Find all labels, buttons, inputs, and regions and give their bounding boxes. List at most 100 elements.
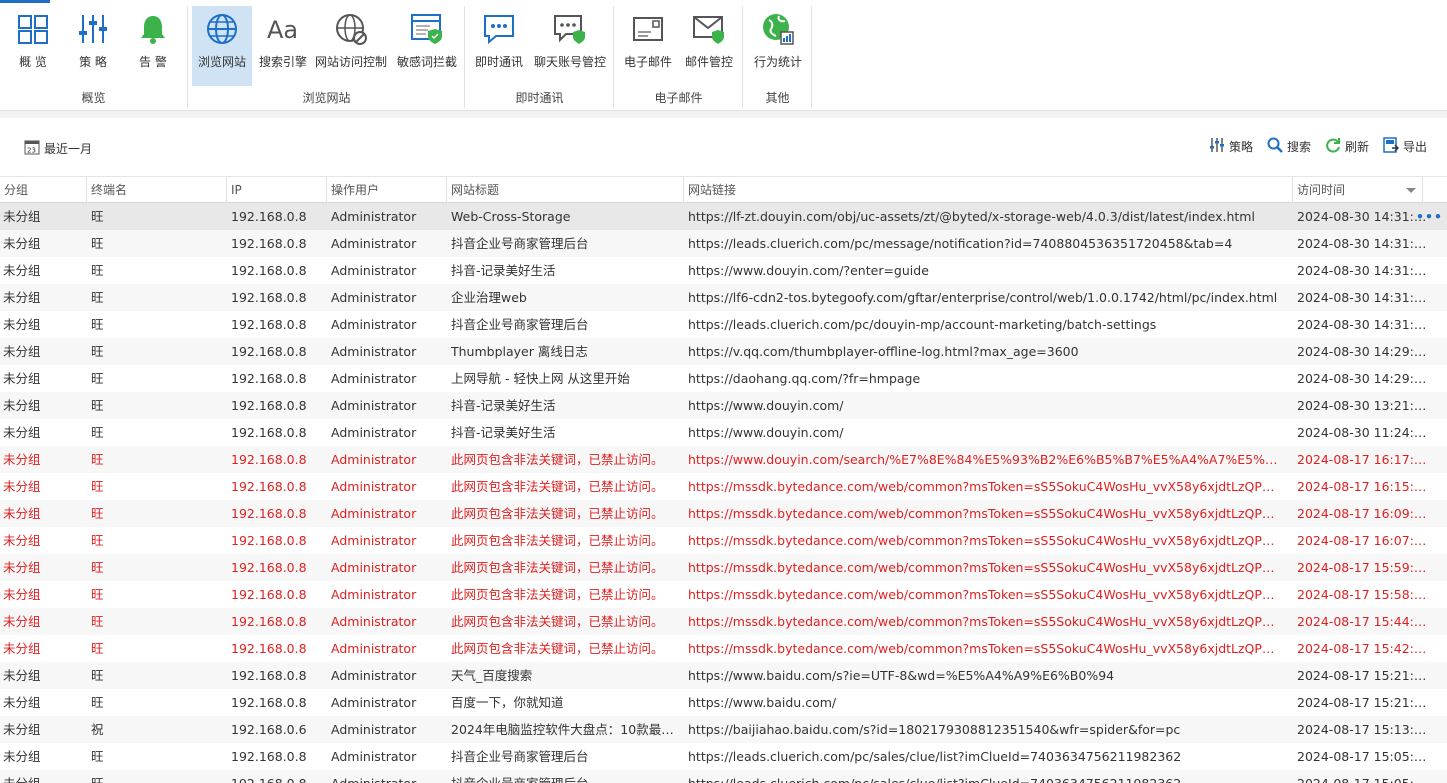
- cell-title: 此网页包含非法关键词，已禁止访问。: [451, 587, 664, 602]
- cell-time: 2024-08-30 14:31:14: [1297, 290, 1427, 305]
- table-row[interactable]: 未分组 旺 192.168.0.8 Administrator 此网页包含非法关键词，已…: [0, 473, 1447, 500]
- table-row[interactable]: 未分组旺192.168.0.8Administrator抖音企业号商家管理后台h…: [0, 311, 1447, 338]
- cell-user: Administrator: [331, 587, 417, 602]
- cell-group: 未分组: [3, 668, 41, 683]
- cell-url: https://leads.cluerich.com/pc/douyin-mp/…: [688, 317, 1157, 332]
- policy-action-button[interactable]: 策略: [1209, 137, 1253, 156]
- browse-web-button[interactable]: 浏览网站: [192, 6, 252, 86]
- cell-ip: 192.168.0.8: [231, 398, 307, 413]
- sensitive-word-label: 敏感词拦截: [396, 55, 457, 69]
- search-action-button[interactable]: 搜索: [1267, 137, 1311, 156]
- group-label-web: 浏览网站: [302, 91, 351, 105]
- column-header-time[interactable]: 访问时间: [1293, 177, 1423, 203]
- table-row[interactable]: 未分组 旺 192.168.0.8 Administrator Thumbplayer …: [0, 338, 1447, 365]
- column-header-group[interactable]: 分组: [0, 177, 87, 203]
- column-header-title[interactable]: 网站标题: [447, 177, 684, 203]
- cell-terminal: 旺: [91, 614, 104, 629]
- table-row[interactable]: 未分组 旺 192.168.0.8 Administrator 此网页包含非法关键词，已…: [0, 446, 1447, 473]
- export-action-button[interactable]: 导出: [1383, 137, 1427, 156]
- cell-group: 未分组: [3, 263, 41, 278]
- im-button[interactable]: 即时通讯: [472, 6, 526, 86]
- cell-ip: 192.168.0.8: [231, 236, 307, 251]
- cell-group: 未分组: [3, 614, 41, 629]
- table-row[interactable]: 未分组 旺 192.168.0.8 Administrator 此网页包含非法关键词，已…: [0, 527, 1447, 554]
- cell-ip: 192.168.0.8: [231, 506, 307, 521]
- table-row[interactable]: 未分组 旺 192.168.0.8 Administrator 此网页包含非法关键词，已…: [0, 635, 1447, 662]
- cell-terminal: 旺: [91, 533, 104, 548]
- table-row[interactable]: 未分组旺192.168.0.8Administrator抖音企业号商家管理后台h…: [0, 770, 1447, 783]
- policy-action-label: 策略: [1228, 140, 1253, 154]
- cell-user: Administrator: [331, 533, 417, 548]
- table-row[interactable]: 未分组 旺 192.168.0.8 Administrator 企业治理web https…: [0, 284, 1447, 311]
- cell-ip: 192.168.0.8: [231, 560, 307, 575]
- table-row[interactable]: 未分组 旺 192.168.0.8 Administrator 上网导航 - 轻快上网 …: [0, 365, 1447, 392]
- cell-title: 此网页包含非法关键词，已禁止访问。: [451, 560, 664, 575]
- refresh-action-label: 刷新: [1344, 140, 1369, 154]
- cell-ip: 192.168.0.8: [231, 668, 307, 683]
- cell-title: 抖音企业号商家管理后台: [451, 317, 589, 332]
- sliders-icon: [1209, 137, 1225, 156]
- cell-user: Administrator: [331, 317, 417, 332]
- refresh-icon: [1325, 137, 1341, 156]
- cell-title: 抖音企业号商家管理后台: [451, 749, 589, 764]
- alert-label: 告 警: [139, 55, 167, 69]
- refresh-action-button[interactable]: 刷新: [1325, 137, 1369, 156]
- behavior-stats-button[interactable]: 行为统计: [749, 6, 807, 86]
- table-row[interactable]: 未分组旺192.168.0.8Administrator抖音企业号商家管理后台h…: [0, 743, 1447, 770]
- table-row[interactable]: 未分组 旺 192.168.0.8 Administrator Web-Cross-St…: [0, 203, 1447, 230]
- column-header-url[interactable]: 网站链接: [684, 177, 1293, 203]
- cell-url: https://www.baidu.com/: [688, 695, 837, 710]
- font-aa-icon: Aa: [265, 11, 301, 47]
- table-row[interactable]: 未分组 旺 192.168.0.8 Administrator 此网页包含非法关键词，已…: [0, 581, 1447, 608]
- site-access-control-button[interactable]: 网站访问控制: [313, 6, 389, 86]
- cell-url: https://www.douyin.com/search/%E7%8E%84%…: [688, 452, 1286, 467]
- cell-time: 2024-08-17 16:15:21: [1297, 479, 1427, 494]
- cell-url: https://www.douyin.com/: [688, 398, 844, 413]
- column-header-ip[interactable]: IP: [227, 177, 327, 203]
- cell-terminal: 旺: [91, 770, 221, 783]
- search-action-label: 搜索: [1286, 140, 1311, 154]
- chat-account-control-button[interactable]: 聊天账号管控: [530, 6, 610, 86]
- ribbon-accent-bar: [0, 0, 50, 3]
- column-header-user[interactable]: 操作用户: [327, 177, 447, 203]
- table-row[interactable]: 未分组 旺 192.168.0.8 Administrator 天气_百度搜索 https…: [0, 662, 1447, 689]
- cell-terminal: 旺: [91, 371, 104, 386]
- cell-user: Administrator: [331, 479, 417, 494]
- table-row[interactable]: 未分组 旺 192.168.0.8 Administrator 此网页包含非法关键词，已…: [0, 500, 1447, 527]
- more-icon[interactable]: •••: [1416, 203, 1443, 230]
- cell-terminal: 旺: [91, 749, 104, 764]
- table-row[interactable]: 未分组旺192.168.0.8Administrator抖音企业号商家管理后台h…: [0, 230, 1447, 257]
- cell-ip: 192.168.0.6: [231, 722, 307, 737]
- cell-group: 未分组: [3, 722, 41, 737]
- ribbon-group-overview: 概 览 策 略 告 警 概览: [0, 6, 188, 108]
- cell-group: 未分组: [3, 398, 41, 413]
- group-label-other: 其他: [765, 91, 790, 105]
- email-button[interactable]: 电子邮件: [620, 6, 676, 86]
- table-row[interactable]: 未分组 旺 192.168.0.8 Administrator 抖音-记录美好生活 htt…: [0, 257, 1447, 284]
- email-control-button[interactable]: 邮件管控: [680, 6, 738, 86]
- alert-button[interactable]: 告 警: [124, 6, 182, 86]
- cell-user: Administrator: [331, 425, 417, 440]
- envelope-shield-icon: [691, 11, 727, 47]
- overview-button[interactable]: 概 览: [4, 6, 62, 86]
- behavior-stats-label: 行为统计: [753, 55, 802, 69]
- browse-web-label: 浏览网站: [197, 55, 246, 69]
- policy-button[interactable]: 策 略: [64, 6, 122, 86]
- ribbon-separator: [0, 111, 1447, 118]
- search-engine-button[interactable]: Aa 搜索引擎: [255, 6, 311, 86]
- table-row[interactable]: 未分组 旺 192.168.0.8 Administrator 抖音-记录美好生活 htt…: [0, 419, 1447, 446]
- cell-title: 企业治理web: [451, 290, 527, 305]
- cell-title: 抖音-记录美好生活: [451, 263, 556, 278]
- table-row[interactable]: 未分组 祝 192.168.0.6 Administrator 2024年电脑监控软件大…: [0, 716, 1447, 743]
- table-row[interactable]: 未分组 旺 192.168.0.8 Administrator 此网页包含非法关键词，已…: [0, 554, 1447, 581]
- cell-ip: 192.168.0.8: [231, 263, 307, 278]
- table-row[interactable]: 未分组 旺 192.168.0.8 Administrator 此网页包含非法关键词，已…: [0, 608, 1447, 635]
- date-range-selector[interactable]: 23 最近一月: [24, 139, 92, 158]
- column-header-terminal[interactable]: 终端名: [87, 177, 227, 203]
- sensitive-word-button[interactable]: 敏感词拦截: [393, 6, 461, 86]
- ribbon-group-im: 即时通讯 聊天账号管控 即时通讯: [466, 6, 614, 108]
- cell-terminal: 旺: [91, 425, 104, 440]
- cell-title: 2024年电脑监控软件大盘点：10款最值...: [451, 722, 679, 737]
- table-row[interactable]: 未分组 旺 192.168.0.8 Administrator 百度一下，你就知道 htt…: [0, 689, 1447, 716]
- table-row[interactable]: 未分组 旺 192.168.0.8 Administrator 抖音-记录美好生活 htt…: [0, 392, 1447, 419]
